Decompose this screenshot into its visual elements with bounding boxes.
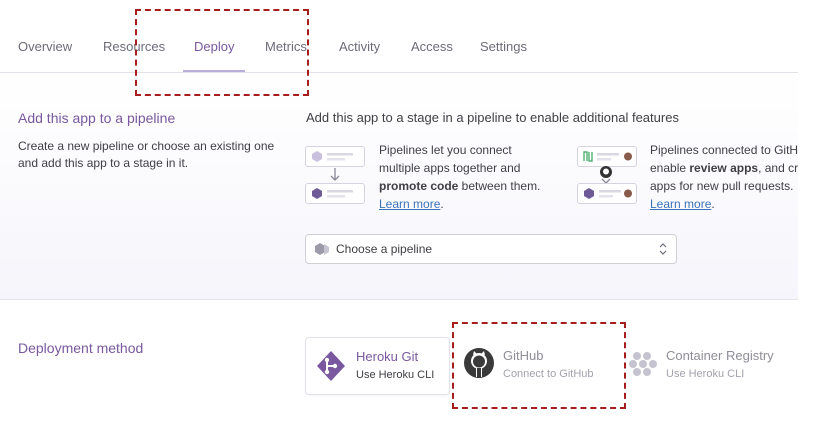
container-registry-title: Container Registry [666, 348, 774, 363]
heroku-git-subtitle: Use Heroku CLI [356, 369, 435, 381]
pipeline-review-apps-illustration [577, 146, 637, 204]
deploy-method-heroku-git[interactable]: Heroku Git Use Heroku CLI [305, 337, 450, 395]
select-chevron-icon [658, 241, 668, 262]
choose-pipeline-label: Choose a pipeline [336, 242, 433, 256]
tab-activity[interactable]: Activity [339, 39, 380, 54]
pipeline-review-apps-text: Pipelines connected to GitHub enable rev… [650, 143, 798, 211]
pipeline-heading: Add this app to a stage in a pipeline to… [306, 110, 679, 125]
container-registry-icon [629, 351, 657, 382]
heroku-git-icon [316, 350, 346, 387]
tab-overview[interactable]: Overview [18, 39, 72, 54]
container-registry-subtitle: Use Heroku CLI [666, 368, 745, 380]
deploy-method-container-registry[interactable]: Container Registry Use Heroku CLI [625, 337, 798, 393]
heroku-git-title: Heroku Git [356, 349, 419, 364]
app-tab-bar: Overview Resources Deploy Metrics Activi… [0, 0, 798, 73]
pipeline-promote-text: Pipelines let you connect multiple apps … [379, 143, 541, 211]
pipeline-icon [314, 241, 330, 262]
pipeline-promote-illustration [305, 146, 365, 204]
learn-more-promote-link[interactable]: Learn more [379, 197, 440, 211]
deploy-tab-highlight [135, 9, 309, 96]
pipeline-section-description: Create a new pipeline or choose an exist… [18, 139, 275, 170]
pipeline-section-title: Add this app to a pipeline [18, 110, 176, 126]
deployment-method-title: Deployment method [18, 340, 144, 356]
github-method-highlight [452, 322, 626, 409]
tab-settings[interactable]: Settings [480, 39, 527, 54]
learn-more-review-apps-link[interactable]: Learn more [650, 197, 711, 211]
choose-pipeline-select[interactable]: Choose a pipeline [305, 234, 677, 264]
tab-access[interactable]: Access [411, 39, 453, 54]
